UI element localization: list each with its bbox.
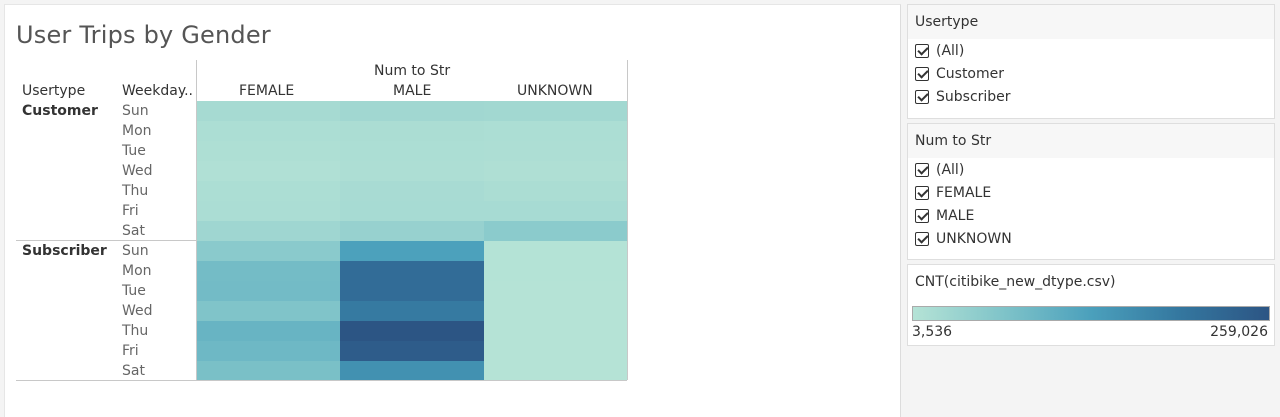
checkbox-checked-icon[interactable] [915, 208, 929, 223]
heatmap-cell[interactable] [484, 341, 627, 361]
dashboard-sheet: User Trips by Gender Usertype Weekday.. … [4, 4, 901, 417]
sheet-title: User Trips by Gender [16, 21, 271, 49]
filter-title: Usertype [908, 5, 1274, 39]
heatmap-cell[interactable] [197, 121, 340, 141]
heatmap-cell[interactable] [340, 141, 484, 161]
grid-left-border [196, 100, 197, 380]
filter-option-female[interactable]: FEMALE [908, 181, 1274, 204]
color-ramp [912, 306, 1270, 321]
weekday-label[interactable]: Wed [122, 163, 153, 179]
color-legend-card: CNT(citibike_new_dtype.csv) 3,536 259,02… [907, 264, 1275, 346]
legend-max-label: 259,026 [1210, 324, 1268, 340]
usertype-header[interactable]: Usertype [22, 83, 85, 99]
heatmap-cell[interactable] [197, 101, 340, 121]
heatmap-cell[interactable] [340, 301, 484, 321]
checkbox-checked-icon[interactable] [915, 231, 929, 246]
heatmap-cell[interactable] [340, 161, 484, 181]
heatmap-cell[interactable] [197, 241, 340, 261]
filter-card-usertype: Usertype (All) Customer Subscriber [907, 4, 1275, 119]
heatmap-cell[interactable] [484, 321, 627, 341]
checkbox-checked-icon[interactable] [915, 185, 929, 200]
heatmap-cell[interactable] [197, 201, 340, 221]
checkbox-checked-icon[interactable] [915, 162, 929, 177]
filter-option-male[interactable]: MALE [908, 204, 1274, 227]
legend-title: CNT(citibike_new_dtype.csv) [908, 265, 1274, 299]
group-label-customer[interactable]: Customer [22, 103, 98, 119]
filter-option-subscriber[interactable]: Subscriber [908, 85, 1274, 108]
weekday-header[interactable]: Weekday.. [122, 83, 193, 99]
heatmap-cell[interactable] [197, 281, 340, 301]
weekday-label[interactable]: Sun [122, 243, 149, 259]
heatmap-cell[interactable] [484, 241, 627, 261]
heatmap-cell[interactable] [484, 141, 627, 161]
group-divider [16, 240, 196, 241]
header-divider [196, 60, 197, 100]
weekday-label[interactable]: Fri [122, 343, 139, 359]
grid-right-border [627, 100, 628, 380]
heatmap-cell[interactable] [197, 161, 340, 181]
heatmap-cell[interactable] [197, 221, 340, 241]
filter-card-gender: Num to Str (All) FEMALE MALE UNKNOWN [907, 123, 1275, 260]
heatmap-cell[interactable] [484, 161, 627, 181]
weekday-label[interactable]: Sun [122, 103, 149, 119]
heatmap-cell[interactable] [340, 121, 484, 141]
heatmap-cell[interactable] [484, 281, 627, 301]
heatmap-cell[interactable] [197, 261, 340, 281]
heatmap-cell[interactable] [340, 261, 484, 281]
weekday-label[interactable]: Tue [122, 283, 146, 299]
heatmap-cell[interactable] [484, 301, 627, 321]
weekday-label[interactable]: Tue [122, 143, 146, 159]
weekday-label[interactable]: Thu [122, 323, 148, 339]
heatmap-cell[interactable] [484, 121, 627, 141]
heatmap-cell[interactable] [340, 281, 484, 301]
heatmap-cell[interactable] [340, 221, 484, 241]
column-group-header[interactable]: Num to Str [374, 63, 450, 79]
col-header-unknown[interactable]: UNKNOWN [517, 83, 593, 99]
checkbox-checked-icon[interactable] [915, 89, 929, 104]
filter-option-all[interactable]: (All) [908, 39, 1274, 62]
heatmap-cell[interactable] [484, 101, 627, 121]
group-label-subscriber[interactable]: Subscriber [22, 243, 107, 259]
heatmap-cell[interactable] [484, 361, 627, 381]
weekday-label[interactable]: Thu [122, 183, 148, 199]
weekday-label[interactable]: Sat [122, 223, 145, 239]
heatmap-cell[interactable] [340, 181, 484, 201]
filter-option-customer[interactable]: Customer [908, 62, 1274, 85]
heatmap-cell[interactable] [197, 301, 340, 321]
heatmap-cell[interactable] [484, 201, 627, 221]
heatmap-cell[interactable] [197, 321, 340, 341]
heatmap-cell[interactable] [197, 341, 340, 361]
filter-title: Num to Str [908, 124, 1274, 158]
weekday-label[interactable]: Mon [122, 263, 152, 279]
heatmap-cell[interactable] [484, 221, 627, 241]
heatmap-cell[interactable] [484, 181, 627, 201]
col-header-male[interactable]: MALE [393, 83, 431, 99]
heatmap-cell[interactable] [340, 361, 484, 381]
heatmap-cell[interactable] [484, 261, 627, 281]
filter-option-unknown[interactable]: UNKNOWN [908, 227, 1274, 250]
checkbox-checked-icon[interactable] [915, 43, 929, 58]
heatmap-cell[interactable] [340, 201, 484, 221]
weekday-label[interactable]: Sat [122, 363, 145, 379]
heatmap-cell[interactable] [340, 101, 484, 121]
weekday-label[interactable]: Wed [122, 303, 153, 319]
heatmap-cell[interactable] [340, 321, 484, 341]
weekday-label[interactable]: Fri [122, 203, 139, 219]
weekday-label[interactable]: Mon [122, 123, 152, 139]
heatmap-cell[interactable] [197, 361, 340, 381]
checkbox-checked-icon[interactable] [915, 66, 929, 81]
heatmap-cell[interactable] [197, 181, 340, 201]
legend-min-label: 3,536 [912, 324, 953, 340]
heatmap-cell[interactable] [340, 241, 484, 261]
table-bottom-line [16, 380, 627, 381]
heatmap-cell[interactable] [197, 141, 340, 161]
col-header-female[interactable]: FEMALE [239, 83, 294, 99]
heatmap-cell[interactable] [340, 341, 484, 361]
filter-option-all[interactable]: (All) [908, 158, 1274, 181]
header-divider [627, 60, 628, 100]
